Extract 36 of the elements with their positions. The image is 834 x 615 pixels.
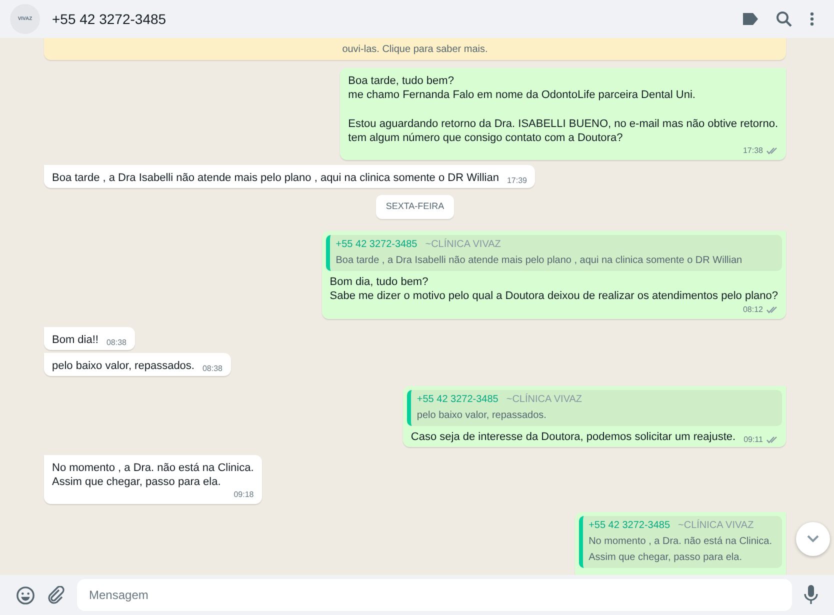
message-text: Caso seja de interesse da Doutora, podemos solicitar um reajuste. xyxy=(410,430,736,444)
scroll-down-button[interactable] xyxy=(796,522,830,556)
quoted-sender-phone: +55 42 3272-3485 xyxy=(588,518,670,532)
message-text: Estou aguardando retorno da Dra. ISABELLI BUENO, no e-mail mas não obtive retorno. tem algum número que consigo contato com a Doutora? xyxy=(348,117,778,145)
message-input[interactable]: Mensagem xyxy=(77,579,792,611)
message-text: No momento , a Dra. não está na Clinica. Assim que chegar, passo para ela. xyxy=(52,460,254,488)
message-time: 09:11 xyxy=(744,434,763,446)
message-time: 17:39 xyxy=(506,175,528,187)
search-icon[interactable] xyxy=(776,11,792,27)
encryption-notice[interactable]: ouvi-las. Clique para saber mais. xyxy=(44,38,786,60)
quoted-sender-name: ~CLÍNICA VIVAZ xyxy=(678,518,754,532)
quoted-sender-phone: +55 42 3272-3485 xyxy=(416,392,498,406)
label-icon[interactable] xyxy=(742,13,758,25)
message-text: pelo baixo valor, repassados. xyxy=(52,358,194,372)
message-time: 08:38 xyxy=(106,336,126,348)
quoted-sender-name: ~CLÍNICA VIVAZ xyxy=(425,237,501,252)
message-text: Bom dia!! xyxy=(52,332,98,346)
quoted-text: No momento , a Dra. não está na Clinica. Assim que chegar, passo para ela. xyxy=(588,534,772,564)
message-time: 17:38 xyxy=(742,145,763,157)
quoted-sender-phone: +55 42 3272-3485 xyxy=(336,238,418,252)
menu-icon[interactable] xyxy=(810,12,814,26)
date-chip: SEXTA-FEIRA xyxy=(376,195,454,218)
emoji-icon[interactable] xyxy=(16,586,35,604)
message-text: Boa tarde , a Dra Isabelli não atende mais pelo plano , aqui na clinica somente o DR Willian xyxy=(52,171,499,185)
message-text: Boa tarde, tudo bem? me chamo Fernanda Falo em nome da OdontoLife parceira Dental Uni. xyxy=(348,74,696,102)
message-text: Bom dia, tudo bem? Sabe me dizer o motivo pelo qual a Doutora deixou de realizar os atendimentos pelo plano? xyxy=(330,274,778,302)
message-time: 09:18 xyxy=(234,488,254,500)
quoted-text: Boa tarde , a Dra Isabelli não atende mais pelo plano , aqui na clinica somente o DR Willian xyxy=(336,254,744,268)
paperclip-icon[interactable] xyxy=(47,586,65,604)
chevron-down-icon xyxy=(807,535,819,543)
message-time: 08:38 xyxy=(202,362,223,374)
contact-name[interactable]: +55 42 3272-3485 xyxy=(52,8,166,30)
quoted-text: pelo baixo valor, repassados. xyxy=(416,408,548,422)
quoted-sender-name: ~CLÍNICA VIVAZ xyxy=(506,392,582,406)
microphone-icon[interactable] xyxy=(804,585,818,605)
message-time: 08:12 xyxy=(742,304,763,316)
